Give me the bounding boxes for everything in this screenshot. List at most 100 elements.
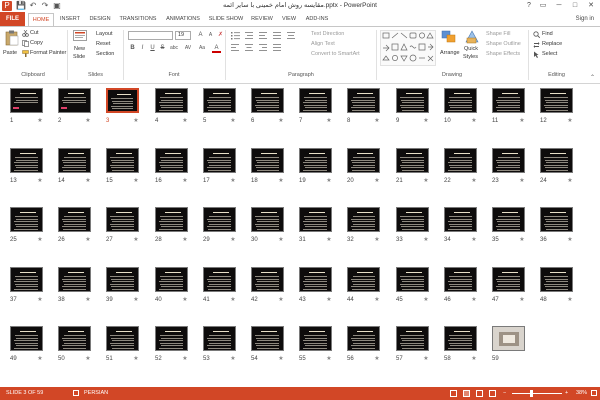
- transition-star-icon[interactable]: ★: [518, 296, 526, 304]
- slide-thumbnail[interactable]: [155, 267, 188, 292]
- transition-star-icon[interactable]: ★: [470, 296, 478, 304]
- find-button[interactable]: Find: [542, 30, 553, 38]
- slide-thumbnail[interactable]: [58, 207, 91, 232]
- transition-star-icon[interactable]: ★: [132, 177, 140, 185]
- shapes-gallery-icon[interactable]: [380, 30, 436, 66]
- font-name-combo[interactable]: [128, 31, 173, 40]
- transition-star-icon[interactable]: ★: [277, 355, 285, 363]
- transition-star-icon[interactable]: ★: [277, 296, 285, 304]
- slide-thumbnail[interactable]: [58, 148, 91, 173]
- transition-star-icon[interactable]: ★: [566, 236, 574, 244]
- slide-thumbnail[interactable]: [10, 88, 43, 113]
- transition-star-icon[interactable]: ★: [132, 355, 140, 363]
- transition-star-icon[interactable]: ★: [181, 296, 189, 304]
- transition-star-icon[interactable]: ★: [181, 177, 189, 185]
- transition-star-icon[interactable]: ★: [84, 177, 92, 185]
- transition-star-icon[interactable]: ★: [277, 177, 285, 185]
- zoom-level[interactable]: 38%: [576, 387, 587, 400]
- zoom-slider-thumb[interactable]: [529, 390, 533, 397]
- list-and-indent-icons[interactable]: [230, 31, 310, 40]
- transition-star-icon[interactable]: ★: [325, 296, 333, 304]
- transition-star-icon[interactable]: ★: [132, 236, 140, 244]
- maximize-button[interactable]: □: [568, 0, 582, 11]
- slide-thumbnail[interactable]: [106, 207, 139, 232]
- minimize-button[interactable]: ─: [552, 0, 566, 11]
- slide-thumbnail[interactable]: [251, 148, 284, 173]
- slide-thumbnail[interactable]: [396, 148, 429, 173]
- align-text-button[interactable]: Align Text: [311, 40, 335, 48]
- slide-thumbnail[interactable]: [155, 326, 188, 351]
- transition-star-icon[interactable]: ★: [36, 236, 44, 244]
- transition-star-icon[interactable]: ★: [373, 355, 381, 363]
- tab-add-ins[interactable]: ADD-INS: [302, 12, 332, 26]
- underline-button[interactable]: U: [148, 44, 157, 53]
- slide-thumbnail[interactable]: [299, 88, 332, 113]
- text-direction-button[interactable]: Text Direction: [311, 30, 344, 38]
- tab-transitions[interactable]: TRANSITIONS: [116, 12, 160, 26]
- slide-thumbnail[interactable]: [396, 326, 429, 351]
- slide-thumbnail[interactable]: [540, 88, 573, 113]
- help-button[interactable]: ?: [522, 0, 536, 11]
- paste-icon[interactable]: [5, 30, 19, 46]
- grow-font-button[interactable]: A: [196, 31, 205, 40]
- slide-thumbnail[interactable]: [10, 326, 43, 351]
- zoom-out-button[interactable]: −: [503, 387, 506, 400]
- font-color-button[interactable]: A: [212, 44, 221, 53]
- slide-thumbnail[interactable]: [299, 207, 332, 232]
- transition-star-icon[interactable]: ★: [84, 117, 92, 125]
- tab-review[interactable]: REVIEW: [248, 12, 276, 26]
- transition-star-icon[interactable]: ★: [229, 117, 237, 125]
- zoom-in-button[interactable]: +: [565, 387, 568, 400]
- change-case-button[interactable]: Aa: [196, 44, 208, 53]
- transition-star-icon[interactable]: ★: [181, 117, 189, 125]
- shape-effects-button[interactable]: Shape Effects: [486, 50, 520, 58]
- slide-thumbnail[interactable]: [299, 148, 332, 173]
- transition-star-icon[interactable]: ★: [566, 296, 574, 304]
- language-indicator[interactable]: PERSIAN: [84, 387, 108, 400]
- italic-button[interactable]: I: [138, 44, 147, 53]
- transition-star-icon[interactable]: ★: [36, 355, 44, 363]
- slide-thumbnail[interactable]: [444, 267, 477, 292]
- transition-star-icon[interactable]: ★: [36, 177, 44, 185]
- slide-thumbnail[interactable]: [444, 326, 477, 351]
- shrink-font-button[interactable]: A: [206, 31, 215, 40]
- slide-thumbnail[interactable]: [492, 88, 525, 113]
- fit-to-window-icon[interactable]: [591, 390, 597, 396]
- slide-thumbnail[interactable]: [203, 148, 236, 173]
- slide-thumbnail[interactable]: [540, 207, 573, 232]
- transition-star-icon[interactable]: ★: [422, 177, 430, 185]
- slide-thumbnail[interactable]: [58, 88, 91, 113]
- section-button[interactable]: Section: [96, 50, 114, 58]
- transition-star-icon[interactable]: ★: [373, 236, 381, 244]
- normal-view-icon[interactable]: [450, 390, 457, 397]
- copy-button[interactable]: Copy: [30, 39, 43, 47]
- format-painter-button[interactable]: Format Painter: [30, 49, 66, 57]
- slide-thumbnail[interactable]: [251, 267, 284, 292]
- transition-star-icon[interactable]: ★: [229, 177, 237, 185]
- transition-star-icon[interactable]: ★: [422, 117, 430, 125]
- slide-thumbnail[interactable]: [203, 326, 236, 351]
- reading-view-icon[interactable]: [476, 390, 483, 397]
- slide-thumbnail[interactable]: [203, 207, 236, 232]
- shape-fill-button[interactable]: Shape Fill: [486, 30, 510, 38]
- slide-thumbnail[interactable]: [492, 207, 525, 232]
- transition-star-icon[interactable]: ★: [84, 355, 92, 363]
- slide-thumbnail[interactable]: [299, 267, 332, 292]
- bold-button[interactable]: B: [128, 44, 137, 53]
- character-spacing-button[interactable]: AV: [182, 44, 194, 53]
- tab-insert[interactable]: INSERT: [56, 12, 84, 26]
- slide-thumbnail[interactable]: [492, 148, 525, 173]
- slide-thumbnail[interactable]: [58, 326, 91, 351]
- slide-thumbnail[interactable]: [444, 148, 477, 173]
- quick-styles-button-label-2[interactable]: Styles: [463, 53, 478, 61]
- transition-star-icon[interactable]: ★: [181, 355, 189, 363]
- transition-star-icon[interactable]: ★: [325, 236, 333, 244]
- transition-star-icon[interactable]: ★: [518, 177, 526, 185]
- transition-star-icon[interactable]: ★: [132, 117, 140, 125]
- slide-thumbnail[interactable]: [155, 88, 188, 113]
- transition-star-icon[interactable]: ★: [470, 355, 478, 363]
- transition-star-icon[interactable]: ★: [84, 296, 92, 304]
- new-slide-icon[interactable]: [73, 30, 87, 42]
- tab-design[interactable]: DESIGN: [86, 12, 114, 26]
- transition-star-icon[interactable]: ★: [229, 236, 237, 244]
